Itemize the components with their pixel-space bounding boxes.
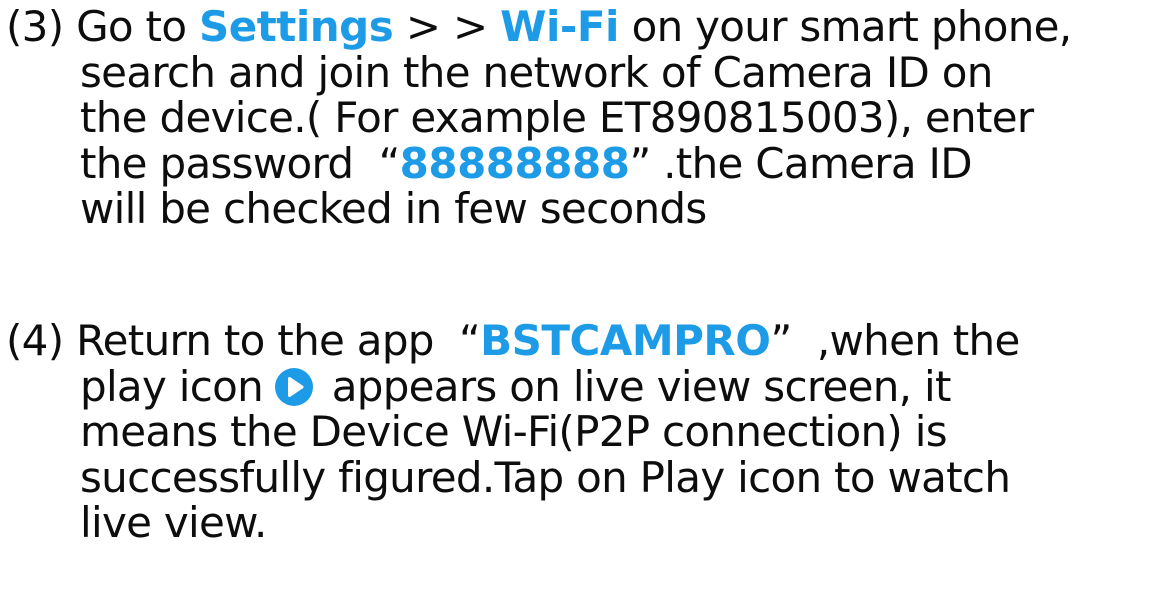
step-4-number: (4) xyxy=(6,316,64,365)
step-4-line-2-prefix: play icon xyxy=(80,361,264,411)
step-3-line-2: search and join the network of Camera ID… xyxy=(80,47,993,97)
step-4-instructions: (4) Return to the app “BSTCAMPRO” ,when … xyxy=(6,318,1165,546)
step-3-line-4-prefix: the password “ xyxy=(80,138,400,188)
play-circle-icon xyxy=(275,367,314,406)
password-value: 88888888 xyxy=(399,138,630,188)
step-4-line-2-suffix: appears on live view screen, it xyxy=(319,361,952,411)
step-4-line-5: live view. xyxy=(80,498,267,547)
step-3-line-4-suffix: ” .the Camera ID xyxy=(629,138,972,188)
step-4-line-3: means the Device Wi-Fi(P2P connection) i… xyxy=(80,407,948,456)
menu-separator: > > xyxy=(393,2,501,51)
step-3-line-4: the password “88888888” .the Camera ID xyxy=(6,138,1165,188)
step-3-line-3: the device.( For example ET890815003), e… xyxy=(80,93,1034,142)
wifi-keyword: Wi-Fi xyxy=(500,2,619,51)
step-4-line-2: play icon appears on live view screen, i… xyxy=(6,361,1165,411)
step-4-line-4: successfully figured.Tap on Play icon to… xyxy=(80,452,1011,502)
step-3-line-1-prefix: Go to xyxy=(76,2,199,51)
step-4-line-1-prefix: Return to the app “ xyxy=(76,316,481,365)
step-3-line-1-suffix: on your smart phone, xyxy=(618,2,1073,51)
app-name: BSTCAMPRO xyxy=(480,316,771,365)
step-4-line-1-suffix: ” ,when the xyxy=(770,316,1020,365)
step-3-instructions: (3) Go to Settings > > Wi-Fi on your sma… xyxy=(6,4,1165,232)
instruction-document: (3) Go to Settings > > Wi-Fi on your sma… xyxy=(0,0,1165,596)
step-3-number: (3) xyxy=(6,2,64,51)
step-4-line-1: (4) Return to the app “BSTCAMPRO” ,when … xyxy=(6,318,1165,364)
step-3-line-1: (3) Go to Settings > > Wi-Fi on your sma… xyxy=(6,4,1165,50)
settings-keyword: Settings xyxy=(198,2,394,51)
step-3-line-5: will be checked in few seconds xyxy=(80,184,707,233)
